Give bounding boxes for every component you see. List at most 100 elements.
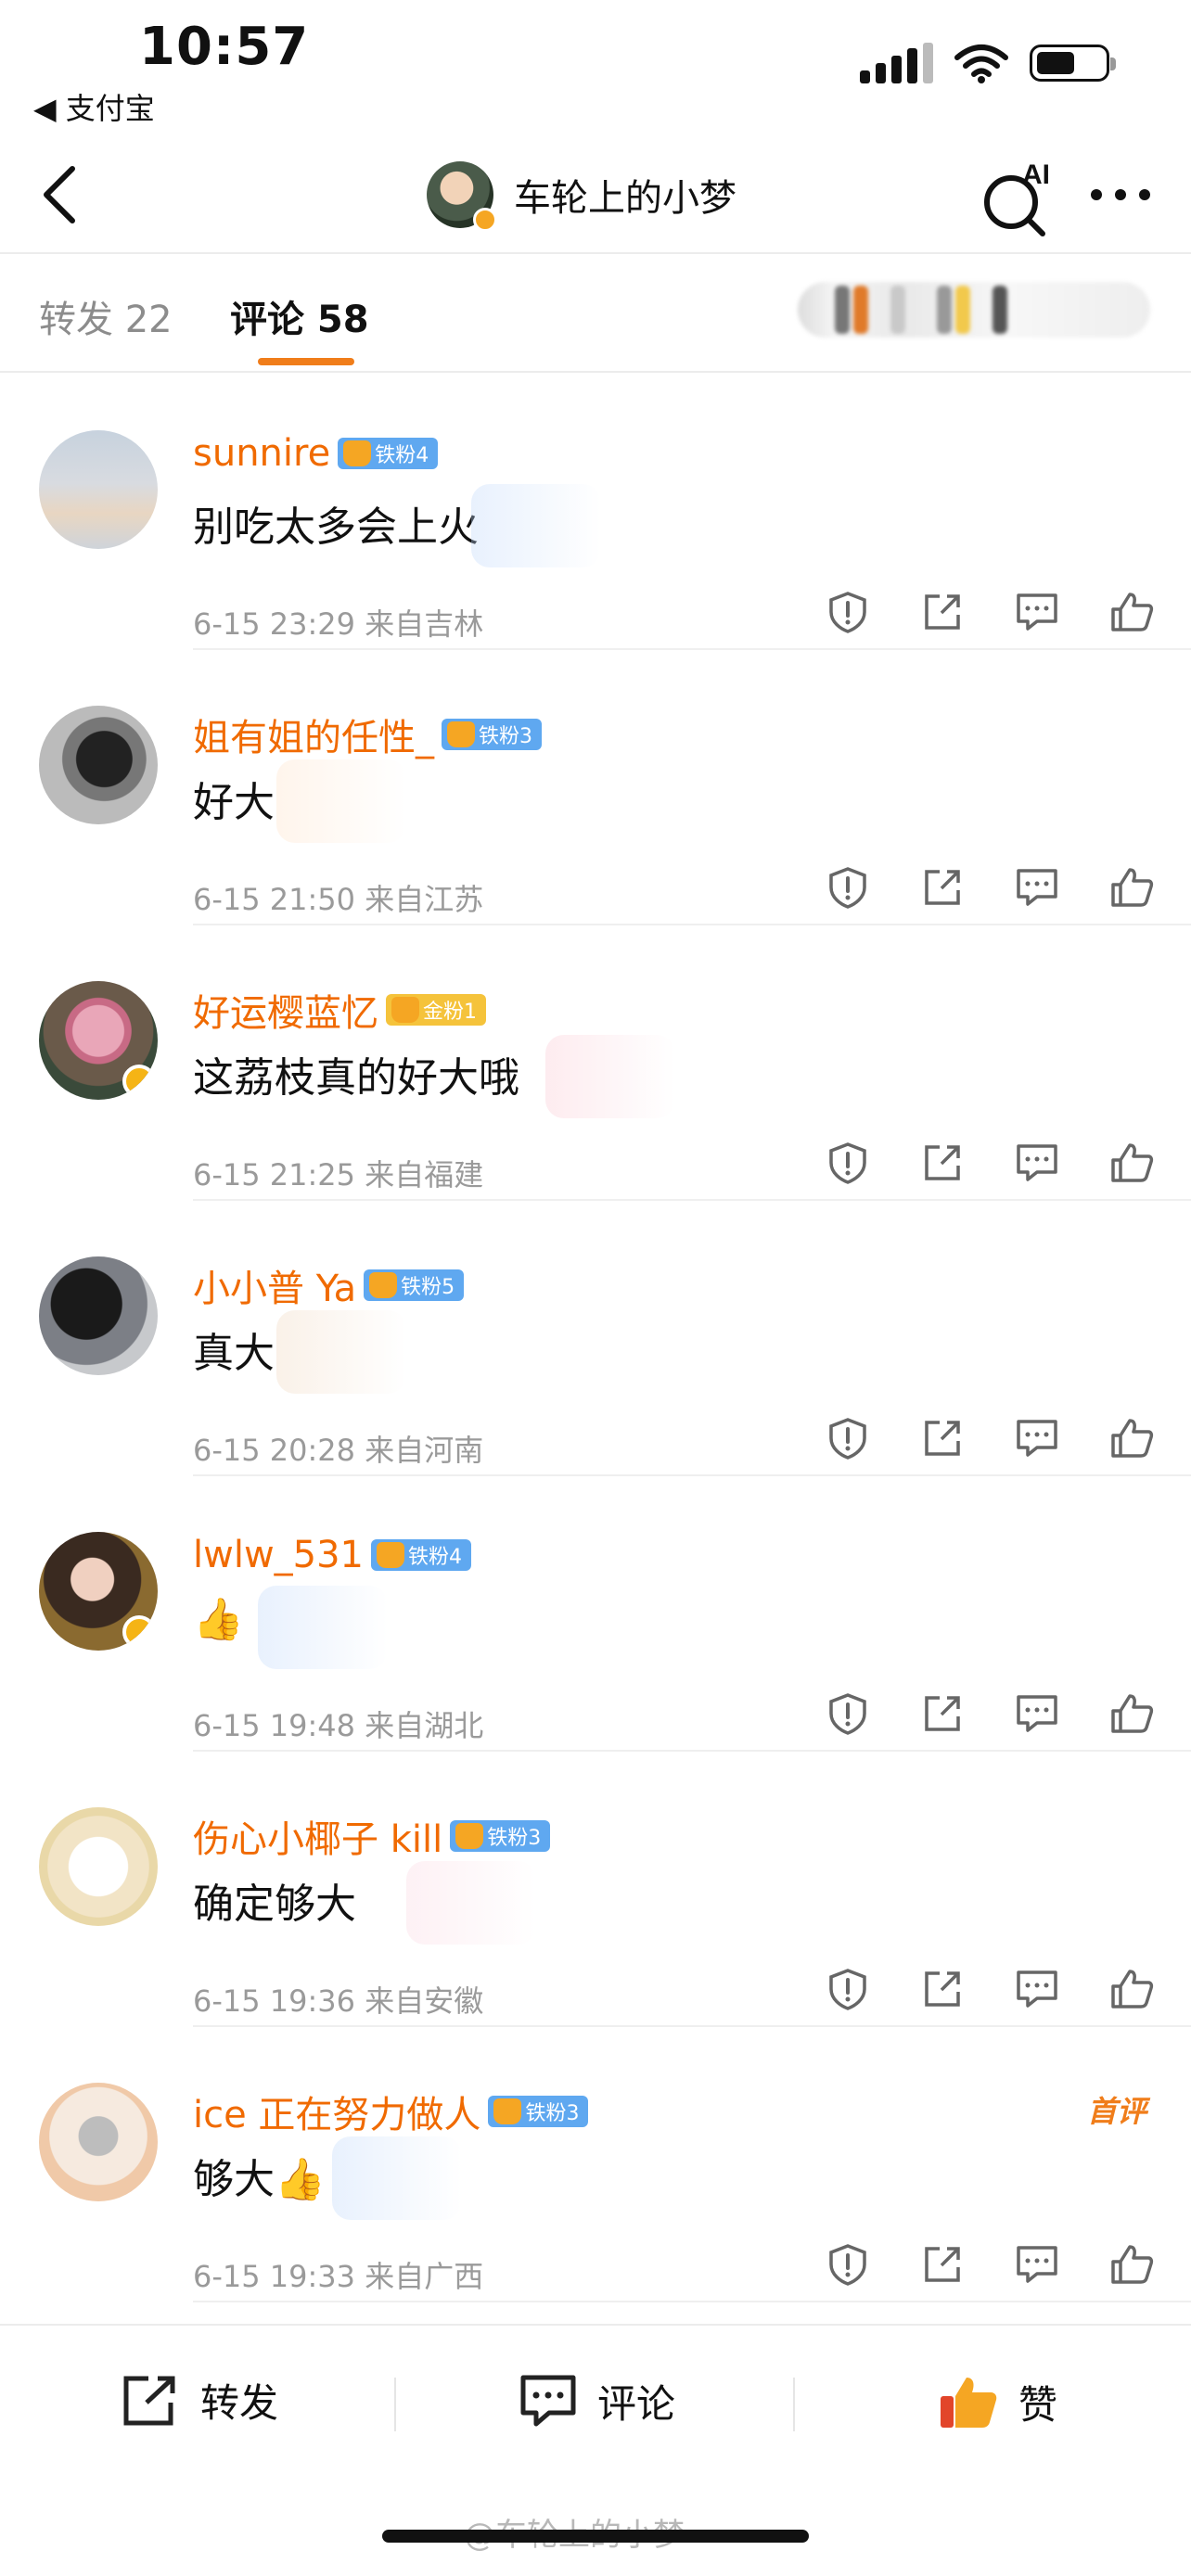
- comment-bubble-decoration: [332, 2136, 462, 2220]
- like-icon[interactable]: [1104, 1410, 1159, 1466]
- like-icon[interactable]: [1104, 2237, 1159, 2292]
- battery-icon: [1030, 45, 1116, 82]
- verified-badge-icon: [122, 1615, 156, 1649]
- tab-repost[interactable]: 转发 22: [39, 289, 173, 343]
- repost-button[interactable]: 转发: [121, 2372, 278, 2429]
- comment-button[interactable]: 评论: [518, 2372, 675, 2429]
- reply-icon[interactable]: [1009, 1410, 1065, 1466]
- back-to-app-link[interactable]: ◀ 支付宝: [33, 85, 155, 128]
- comment-meta: 6-15 20:28 来自河南: [193, 1433, 484, 1468]
- comment-text: 确定够大: [193, 1881, 356, 1928]
- avatar[interactable]: [39, 2083, 158, 2201]
- comment-actions: [820, 1135, 1159, 1191]
- crown-icon: [369, 1272, 398, 1298]
- report-icon[interactable]: [820, 1410, 876, 1466]
- comment-actions: [820, 2237, 1159, 2292]
- crown-icon: [493, 2098, 522, 2124]
- comment-text: 够大👍: [193, 2156, 326, 2203]
- report-icon[interactable]: [820, 860, 876, 915]
- share-icon[interactable]: [915, 1686, 970, 1741]
- like-icon[interactable]: [1104, 584, 1159, 640]
- comment-text: 这荔枝真的好大哦: [193, 1054, 519, 1102]
- ai-search-icon[interactable]: AI: [976, 156, 1059, 239]
- liked-thumb-icon: [941, 2378, 997, 2428]
- comment-actions: [820, 584, 1159, 640]
- like-button[interactable]: 赞: [937, 2372, 1057, 2431]
- avatar[interactable]: [39, 706, 158, 824]
- fan-badge-label: 铁粉5: [401, 1276, 455, 1299]
- author-avatar[interactable]: [427, 161, 497, 232]
- fan-badge: 铁粉3: [488, 2096, 589, 2127]
- like-label: 赞: [1018, 2381, 1058, 2428]
- username[interactable]: ice 正在努力做人: [193, 2085, 480, 2138]
- like-icon[interactable]: [1104, 1135, 1159, 1191]
- avatar[interactable]: [39, 1532, 158, 1651]
- share-icon[interactable]: [915, 860, 970, 915]
- username[interactable]: 小小普 Ya: [193, 1258, 356, 1312]
- comment-meta: 6-15 19:33 来自广西: [193, 2259, 484, 2294]
- author-name[interactable]: 车轮上的小梦: [514, 168, 736, 222]
- back-arrow-icon[interactable]: [28, 158, 102, 232]
- comment-item: 小小普 Ya 铁粉5 真大 6-15 20:28 来自河南: [39, 1201, 1191, 1476]
- reply-icon[interactable]: [1009, 1135, 1065, 1191]
- report-icon[interactable]: [820, 1961, 876, 2017]
- crown-icon: [455, 1823, 484, 1849]
- blurred-decoration: [798, 282, 1150, 338]
- report-icon[interactable]: [820, 2237, 876, 2292]
- comment-meta: 6-15 21:50 来自江苏: [193, 882, 484, 917]
- reply-icon[interactable]: [1009, 1961, 1065, 2017]
- report-icon[interactable]: [820, 1135, 876, 1191]
- fan-badge: 铁粉3: [450, 1820, 551, 1852]
- reply-icon[interactable]: [1009, 1686, 1065, 1741]
- share-icon[interactable]: [915, 1961, 970, 2017]
- comment-list: sunnire 铁粉4 别吃太多会上火 6-15 23:29 来自吉林 姐有姐的…: [0, 375, 1191, 2302]
- like-icon[interactable]: [1104, 1961, 1159, 2017]
- comment-item: lwlw_531 铁粉4 👍 6-15 19:48 来自湖北: [39, 1476, 1191, 1752]
- like-icon[interactable]: [1104, 1686, 1159, 1741]
- share-icon[interactable]: [915, 2237, 970, 2292]
- comment-actions: [820, 860, 1159, 915]
- comment-actions: [820, 1410, 1159, 1466]
- username[interactable]: sunnire: [193, 432, 330, 475]
- comment-item: 伤心小椰子 kill 铁粉3 确定够大 6-15 19:36 来自安徽: [39, 1752, 1191, 2027]
- crown-icon: [447, 721, 475, 747]
- username[interactable]: lwlw_531: [193, 1534, 364, 1576]
- comment-bubble-decoration: [545, 1035, 675, 1118]
- username[interactable]: 姐有姐的任性_: [193, 708, 434, 761]
- repost-icon: [123, 2376, 175, 2425]
- bottom-action-bar: 转发 评论 赞: [0, 2324, 1191, 2498]
- comment-bubble-decoration: [258, 1586, 388, 1669]
- avatar[interactable]: [39, 1807, 158, 1926]
- home-indicator[interactable]: [382, 2530, 809, 2543]
- fan-badge-label: 铁粉4: [375, 444, 429, 467]
- tab-comment[interactable]: 评论 58: [230, 289, 369, 343]
- like-icon[interactable]: [1104, 860, 1159, 915]
- verified-badge-icon: [122, 1065, 156, 1098]
- nav-title[interactable]: 车轮上的小梦: [427, 158, 736, 232]
- divider: [793, 2378, 795, 2431]
- fan-badge-label: 铁粉4: [408, 1546, 463, 1569]
- reply-icon[interactable]: [1009, 584, 1065, 640]
- more-icon[interactable]: [1083, 176, 1158, 213]
- avatar[interactable]: [39, 1256, 158, 1375]
- avatar[interactable]: [39, 430, 158, 549]
- comment-meta: 6-15 23:29 来自吉林: [193, 606, 484, 642]
- comment-meta: 6-15 19:36 来自安徽: [193, 1983, 484, 2019]
- share-icon[interactable]: [915, 1410, 970, 1466]
- report-icon[interactable]: [820, 584, 876, 640]
- reply-icon[interactable]: [1009, 2237, 1065, 2292]
- report-icon[interactable]: [820, 1686, 876, 1741]
- fan-badge-label: 金粉1: [423, 1001, 477, 1024]
- username[interactable]: 伤心小椰子 kill: [193, 1809, 442, 1863]
- wifi-icon: [954, 45, 1008, 83]
- reply-icon[interactable]: [1009, 860, 1065, 915]
- share-icon[interactable]: [915, 584, 970, 640]
- crown-icon: [343, 440, 372, 466]
- cellular-signal-icon: [860, 43, 933, 83]
- share-icon[interactable]: [915, 1135, 970, 1191]
- fan-badge: 铁粉4: [371, 1539, 472, 1571]
- fan-badge-label: 铁粉3: [525, 2102, 580, 2125]
- avatar[interactable]: [39, 981, 158, 1100]
- username[interactable]: 好运樱蓝忆: [193, 983, 378, 1037]
- repost-label: 转发: [200, 2380, 279, 2426]
